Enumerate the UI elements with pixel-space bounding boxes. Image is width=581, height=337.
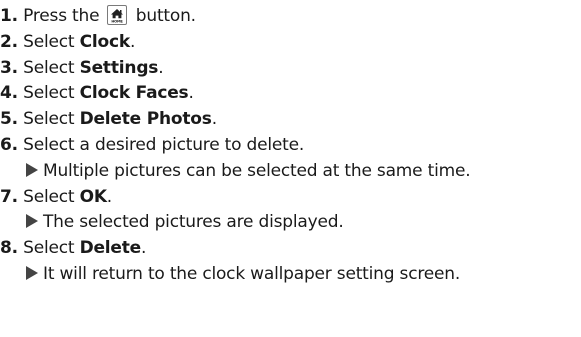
svg-text:HOME: HOME [111,20,123,23]
step-suffix: . [141,238,147,259]
step-6: 6. Select a desired picture to delete. [0,133,581,159]
step-number: 3. [0,57,18,78]
step-suffix: . [188,83,194,104]
step-text: Select a desired picture to delete. [23,134,305,155]
menu-item-delete: Delete [79,238,142,259]
step-number: 6. [0,134,18,155]
step-text-after: button. [135,6,196,26]
step-7-note: The selected pictures are displayed. [0,210,581,236]
step-suffix: . [211,109,217,130]
step-3: 3. Select Settings. [0,56,581,82]
step-8: 8. Select Delete. [0,236,581,262]
menu-item-ok: OK [79,186,107,207]
step-6-note: Multiple pictures can be selected at the… [0,159,581,185]
step-prefix: Select [23,57,80,78]
menu-item-delete-photos: Delete Photos [79,109,212,130]
step-4: 4. Select Clock Faces. [0,81,581,107]
step-1: 1. Press the HOME button. [0,4,581,30]
menu-item-settings: Settings [79,57,159,78]
menu-item-clock-faces: Clock Faces [79,83,189,104]
instruction-steps: 1. Press the HOME button. 2. Select Cloc… [0,4,581,288]
step-number: 2. [0,31,18,52]
step-text-before: Press the [23,6,100,26]
step-prefix: Select [23,238,80,259]
step-suffix: . [106,186,113,207]
note-text: The selected pictures are displayed. [43,212,344,233]
step-prefix: Select [23,31,80,52]
triangle-arrow-icon [26,214,38,229]
triangle-arrow-icon [26,265,38,280]
step-number: 7. [0,186,18,207]
step-suffix: . [158,57,164,78]
step-prefix: Select [23,186,80,207]
step-prefix: Select [23,109,80,130]
step-number: 4. [0,83,18,104]
step-5: 5. Select Delete Photos. [0,107,581,133]
step-number: 1. [0,6,18,26]
step-7: 7. Select OK. [0,185,581,211]
triangle-arrow-icon [26,162,38,177]
step-number: 8. [0,238,18,259]
home-icon: HOME [106,5,127,25]
step-suffix: . [129,31,136,52]
note-text: Multiple pictures can be selected at the… [43,160,471,181]
step-prefix: Select [23,83,80,104]
step-8-note: It will return to the clock wallpaper se… [0,262,581,288]
step-number: 5. [0,109,18,130]
menu-item-clock: Clock [79,31,131,52]
note-text: It will return to the clock wallpaper se… [43,263,461,284]
step-2: 2. Select Clock. [0,30,581,56]
